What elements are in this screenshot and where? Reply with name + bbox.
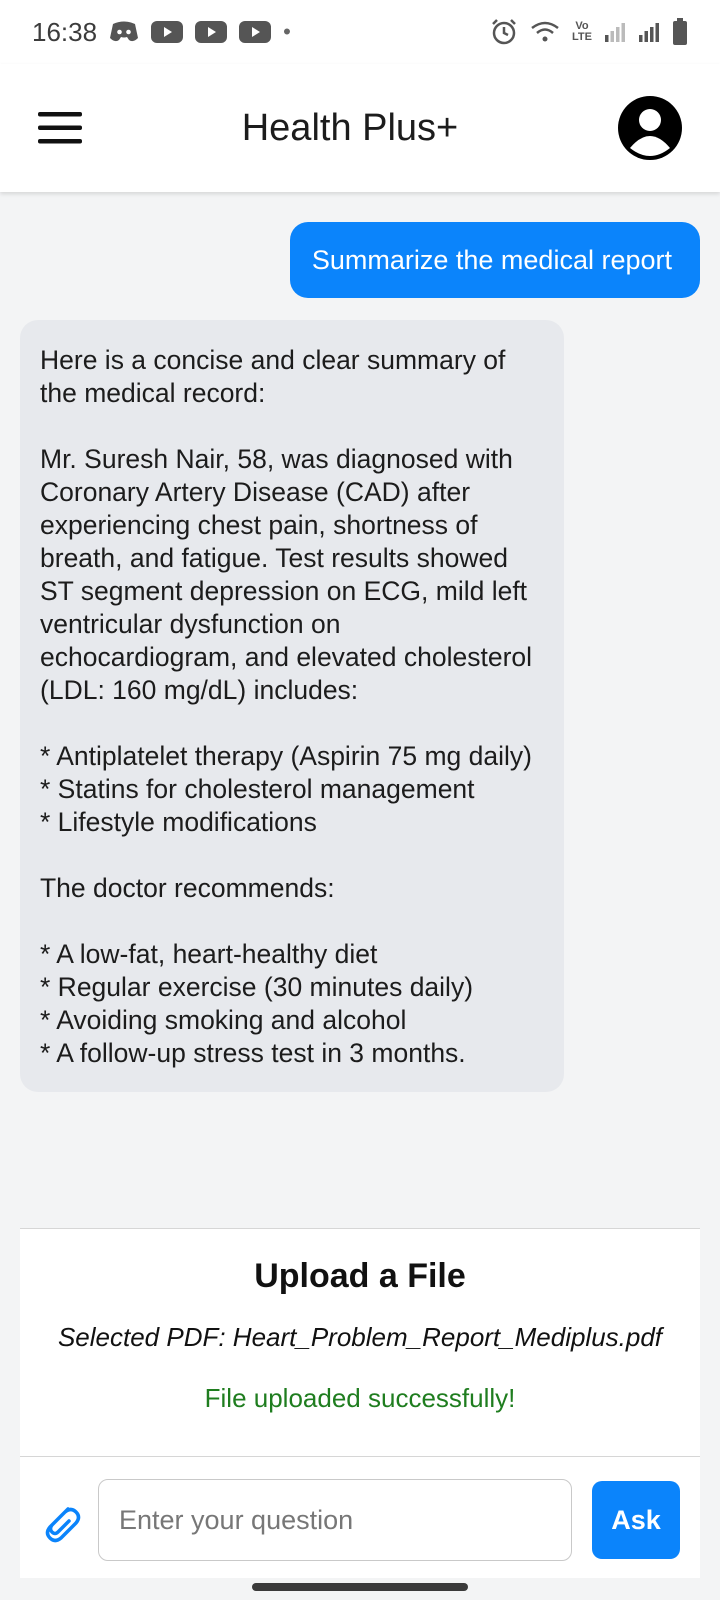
user-message-bubble: Summarize the medical report xyxy=(289,222,700,298)
youtube-icon xyxy=(195,20,228,44)
upload-title: Upload a File xyxy=(254,1257,466,1295)
app-bar: Health Plus+ xyxy=(0,64,720,192)
account-circle-icon[interactable] xyxy=(616,94,684,162)
status-bar: 16:38 • Vo LTE xyxy=(0,0,720,64)
youtube-icon xyxy=(151,20,184,44)
selected-pdf-label: Selected PDF: Heart_Problem_Report_Medip… xyxy=(57,1322,663,1352)
input-bar: Ask xyxy=(20,1456,700,1578)
volte-text-bottom: LTE xyxy=(572,31,592,43)
upload-status: File uploaded successfully! xyxy=(204,1383,516,1413)
question-input[interactable] xyxy=(98,1479,572,1561)
more-notifications-dot: • xyxy=(283,19,291,44)
wifi-icon xyxy=(530,20,560,44)
signal-icon xyxy=(604,21,626,43)
ask-button[interactable]: Ask xyxy=(592,1481,680,1559)
hamburger-menu-icon[interactable] xyxy=(36,104,84,152)
volte-icon: Vo LTE xyxy=(572,21,592,43)
paperclip-icon[interactable] xyxy=(38,1499,84,1545)
app-title: Health Plus+ xyxy=(241,106,459,149)
youtube-icon xyxy=(239,20,272,44)
chat-area[interactable]: Summarize the medical report Here is a c… xyxy=(0,192,720,1228)
battery-icon xyxy=(672,18,688,46)
home-indicator[interactable] xyxy=(252,1583,468,1591)
discord-icon xyxy=(109,20,139,44)
signal-icon xyxy=(638,21,660,43)
upload-panel: Upload a File Selected PDF: Heart_Proble… xyxy=(20,1228,700,1456)
bot-message-bubble: Here is a concise and clear summary of t… xyxy=(20,320,564,1092)
status-time: 16:38 xyxy=(32,16,98,47)
status-bar-right: Vo LTE xyxy=(490,18,688,46)
alarm-icon xyxy=(490,18,518,46)
status-bar-left: 16:38 • xyxy=(32,17,291,48)
